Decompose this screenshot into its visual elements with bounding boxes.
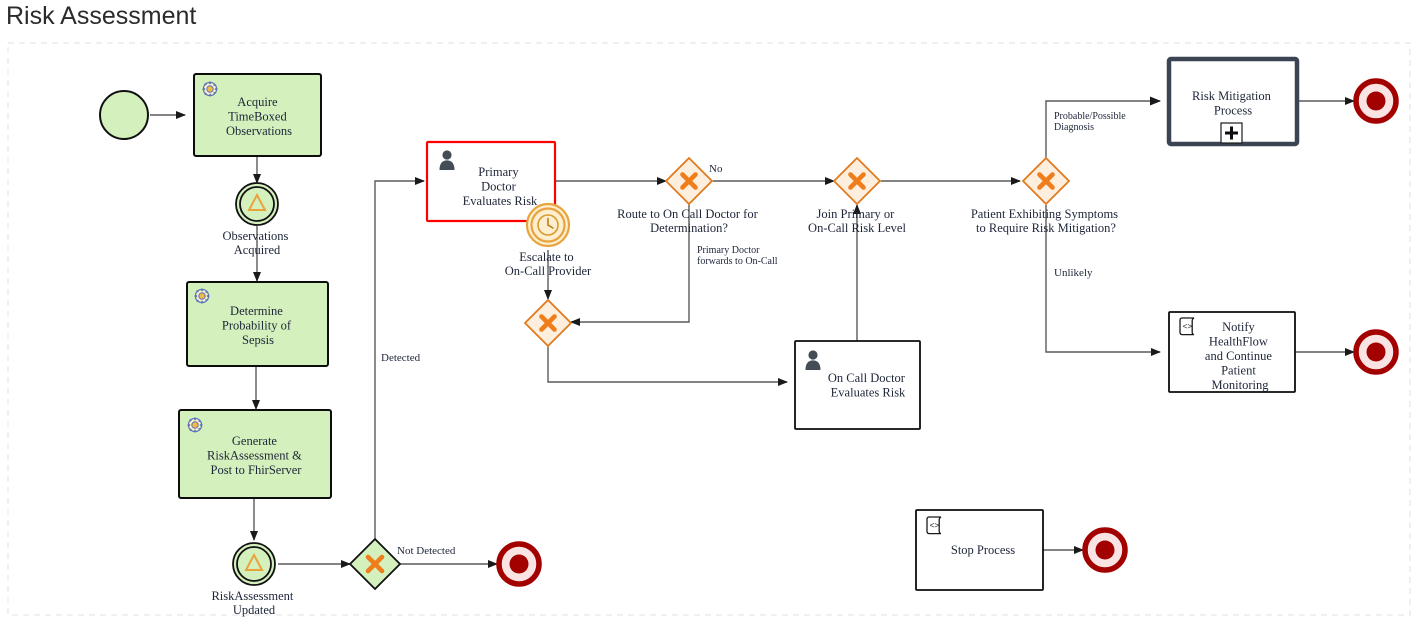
task-label-line: Doctor <box>481 180 517 194</box>
task-acquire-timeboxed-observations[interactable]: Acquire TimeBoxed Observations <box>193 73 322 157</box>
flow-label-probable-possible: Probable/Possible Diagnosis <box>1054 111 1128 133</box>
task-label-line: Observations <box>226 124 292 138</box>
gateway-symptoms-label: Patient Exhibiting Symptoms to Require R… <box>971 207 1121 235</box>
event-riskassessment-updated[interactable] <box>232 542 276 586</box>
task-label-line: Process <box>1214 104 1252 118</box>
task-label-line: Sepsis <box>242 333 274 347</box>
boundary-event-escalate-to-on-call-provider[interactable] <box>525 202 571 248</box>
task-label-line: RiskAssessment & <box>207 449 302 463</box>
end-event-not-detected[interactable] <box>496 541 542 587</box>
event-observations-acquired[interactable] <box>235 182 279 226</box>
gateway-patient-exhibiting-symptoms[interactable] <box>1021 156 1071 206</box>
event-observations-acquired-label: Observations Acquired <box>222 229 291 257</box>
end-event-notify[interactable] <box>1353 329 1399 375</box>
svg-text:<>: <> <box>1183 323 1193 332</box>
event-riskassessment-updated-label: RiskAssessment Updated <box>211 589 296 617</box>
bpmn-diagram-canvas: Risk Assessment Acquire TimeBoxed Observ… <box>0 0 1417 623</box>
flow-label-no: No <box>709 163 723 175</box>
task-label-line: Generate <box>232 434 278 448</box>
svg-text:On Call Doctor Evaluat: On Call Doctor Evaluates Risk <box>828 371 908 400</box>
gateway-detection[interactable] <box>348 537 402 591</box>
plus-icon <box>1220 122 1243 144</box>
task-notify-healthflow-continue-monitoring[interactable]: <> Notify HealthFlow and Continue Patien… <box>1168 311 1296 393</box>
task-label-line: Acquire <box>237 95 278 109</box>
task-label-line: Evaluates Risk <box>463 194 538 208</box>
task-label-line: On Call Doctor <box>828 371 906 385</box>
task-stop-process[interactable]: <> Stop Process <box>915 509 1044 591</box>
task-label-line: TimeBoxed <box>228 110 287 124</box>
svg-text:<>: <> <box>930 522 940 531</box>
flow-label-detected: Detected <box>381 352 421 364</box>
gateway-join-primary-or-on-call-risk-level[interactable] <box>832 156 882 206</box>
gateway-join-label: Join Primary or On-Call Risk Level <box>808 207 906 235</box>
task-label-line: Stop Process <box>951 543 1015 557</box>
task-label-line: Monitoring <box>1212 378 1270 392</box>
task-label-line: Determine <box>230 304 283 318</box>
clock-icon <box>537 214 559 236</box>
call-activity-risk-mitigation-process[interactable]: Risk Mitigation Process <box>1166 56 1300 147</box>
gateway-merge-to-on-call[interactable] <box>523 298 573 348</box>
svg-text:Stop Process: Stop Process <box>951 543 1015 557</box>
end-event-risk-mitigation[interactable] <box>1353 78 1399 124</box>
task-determine-probability-of-sepsis[interactable]: Determine Probability of Sepsis <box>186 281 329 367</box>
bpmn-svg-surface: Acquire TimeBoxed Observations Observati… <box>7 42 1411 617</box>
script-icon: <> <box>926 516 942 535</box>
task-label-line: Risk Mitigation <box>1192 89 1272 103</box>
task-label-line: and Continue <box>1205 349 1272 363</box>
flow-label-not-detected: Not Detected <box>397 545 456 557</box>
task-label-line: Patient <box>1221 364 1256 378</box>
gateway-route-to-on-call-doctor[interactable] <box>664 156 714 206</box>
task-label-line: Probability of <box>222 319 292 333</box>
start-event[interactable] <box>99 90 149 140</box>
boundary-event-escalate-label: Escalate to On-Call Provider <box>505 250 592 278</box>
end-event-stop-process[interactable] <box>1082 527 1128 573</box>
task-label-line: Evaluates Risk <box>831 386 906 400</box>
task-label-line: HealthFlow <box>1209 335 1268 349</box>
task-generate-riskassessment-post-to-fhirserver[interactable]: Generate RiskAssessment & Post to FhirSe… <box>178 409 332 499</box>
task-label-line: Primary <box>478 165 519 179</box>
gateway-route-label: Route to On Call Doctor for Determinatio… <box>617 207 761 235</box>
flow-label-primary-forwards: Primary Doctor forwards to On-Call <box>697 245 778 267</box>
task-label-line: Notify <box>1222 320 1255 334</box>
flow-label-unlikely: Unlikely <box>1054 267 1093 279</box>
task-on-call-doctor-evaluates-risk[interactable]: On Call Doctor Evaluates Risk <box>794 340 921 430</box>
flow-merge-to-on-call-doctor <box>547 346 788 386</box>
script-icon: <> <box>1179 317 1195 336</box>
task-label-line: Post to FhirServer <box>211 463 303 477</box>
